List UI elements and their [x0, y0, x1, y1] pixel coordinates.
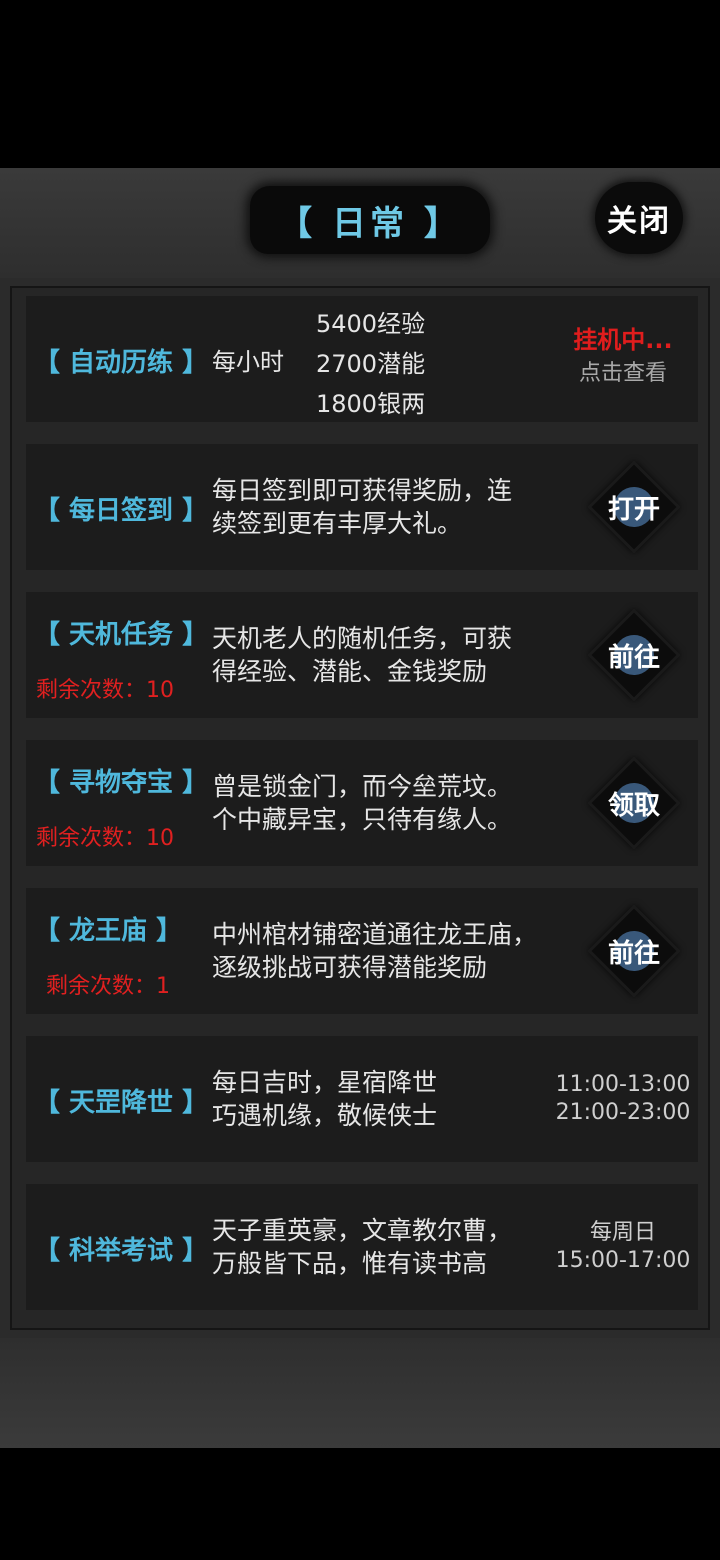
description-line: 逐级挑战可获得潜能奖励	[212, 953, 488, 982]
go-button[interactable]: 前往	[591, 908, 677, 994]
description-line: 得经验、潜能、金钱奖励	[212, 657, 488, 686]
description-line: 每日吉时，星宿降世	[212, 1068, 438, 1097]
list-item-auto-training[interactable]: 【 自动历练 】 每小时 5400经验 2700潜能 1800银两 挂机中...…	[26, 296, 698, 422]
schedule-times: 11:00-13:00 21:00-23:00	[548, 1071, 698, 1127]
list-item-imperial-exam[interactable]: 【 科举考试 】 天子重英豪，文章教尔曹， 万般皆下品，惟有读书高 每周日 15…	[26, 1184, 698, 1310]
activity-description: 中州棺材铺密道通往龙王庙， 逐级挑战可获得潜能奖励	[212, 918, 537, 984]
open-button[interactable]: 打开	[591, 464, 677, 550]
activity-description: 每日签到即可获得奖励，连 续签到更有丰厚大礼。	[212, 474, 512, 540]
close-button[interactable]: 关闭	[595, 182, 683, 254]
description-line: 万般皆下品，惟有读书高	[212, 1249, 488, 1278]
claim-button[interactable]: 领取	[591, 760, 677, 846]
activity-description: 天机老人的随机任务，可获 得经验、潜能、金钱奖励	[212, 622, 512, 688]
header-band: 【 日常 】 关闭	[0, 168, 720, 278]
description-line: 曾是锁金门，而今垒荒坟。	[212, 772, 513, 801]
footer-band	[0, 1338, 720, 1448]
time-slot: 15:00-17:00	[555, 1248, 691, 1273]
page-title: 【 日常 】	[278, 203, 462, 244]
description-line: 每日签到即可获得奖励，连	[212, 476, 513, 505]
remaining-count: 剩余次数：10	[36, 826, 174, 851]
list-item-treasure-hunt[interactable]: 【 寻物夺宝 】 剩余次数：10 曾是锁金门，而今垒荒坟。 个中藏异宝，只待有缘…	[26, 740, 698, 866]
description-line: 中州棺材铺密道通往龙王庙，	[212, 920, 538, 949]
button-label: 前往	[607, 938, 660, 969]
activity-name: 【 科举考试 】	[34, 1236, 209, 1266]
list-item-daily-signin[interactable]: 【 每日签到 】 每日签到即可获得奖励，连 续签到更有丰厚大礼。 打开	[26, 444, 698, 570]
activity-list: 【 自动历练 】 每小时 5400经验 2700潜能 1800银两 挂机中...…	[10, 286, 710, 1330]
time-slot: 21:00-23:00	[555, 1100, 691, 1125]
schedule-times: 每周日 15:00-17:00	[548, 1219, 698, 1275]
button-label: 打开	[607, 494, 660, 525]
time-slot: 每周日	[589, 1220, 656, 1245]
description-line: 个中藏异宝，只待有缘人。	[212, 805, 513, 834]
activity-name: 【 龙王庙 】	[34, 916, 183, 946]
potential-reward: 2700潜能	[316, 350, 426, 378]
auto-status[interactable]: 挂机中... 点击查看	[548, 326, 698, 388]
remaining-count: 剩余次数：10	[36, 678, 174, 703]
description-line: 天机老人的随机任务，可获	[212, 624, 513, 653]
activity-name: 【 自动历练 】	[34, 348, 209, 378]
per-hour-label: 每小时	[212, 348, 284, 376]
title-banner: 【 日常 】	[250, 186, 490, 254]
description-line: 巧遇机缘，敬候侠士	[212, 1101, 438, 1130]
remaining-count: 剩余次数：1	[46, 974, 170, 999]
daily-panel: 【 日常 】 关闭 【 自动历练 】 每小时 5400经验 2700潜能 180…	[0, 168, 720, 1448]
go-button[interactable]: 前往	[591, 612, 677, 698]
silver-reward: 1800银两	[316, 390, 426, 418]
button-label: 前往	[607, 642, 660, 673]
activity-description: 天子重英豪，文章教尔曹， 万般皆下品，惟有读书高	[212, 1214, 512, 1280]
list-item-tiangang[interactable]: 【 天罡降世 】 每日吉时，星宿降世 巧遇机缘，敬候侠士 11:00-13:00…	[26, 1036, 698, 1162]
hang-status: 挂机中...	[573, 326, 673, 354]
activity-name: 【 寻物夺宝 】	[34, 768, 209, 798]
list-item-tianji-task[interactable]: 【 天机任务 】 剩余次数：10 天机老人的随机任务，可获 得经验、潜能、金钱奖…	[26, 592, 698, 718]
exp-reward: 5400经验	[316, 310, 426, 338]
activity-description: 每日吉时，星宿降世 巧遇机缘，敬候侠士	[212, 1066, 437, 1132]
activity-description: 曾是锁金门，而今垒荒坟。 个中藏异宝，只待有缘人。	[212, 770, 512, 836]
activity-name: 【 天机任务 】	[34, 620, 209, 650]
description-line: 续签到更有丰厚大礼。	[212, 509, 463, 538]
description-line: 天子重英豪，文章教尔曹，	[212, 1216, 513, 1245]
activity-name: 【 每日签到 】	[34, 496, 209, 526]
button-label: 领取	[607, 790, 660, 821]
view-link[interactable]: 点击查看	[548, 360, 698, 388]
time-slot: 11:00-13:00	[555, 1072, 691, 1097]
list-item-dragon-temple[interactable]: 【 龙王庙 】 剩余次数：1 中州棺材铺密道通往龙王庙， 逐级挑战可获得潜能奖励…	[26, 888, 698, 1014]
activity-name: 【 天罡降世 】	[34, 1088, 209, 1118]
